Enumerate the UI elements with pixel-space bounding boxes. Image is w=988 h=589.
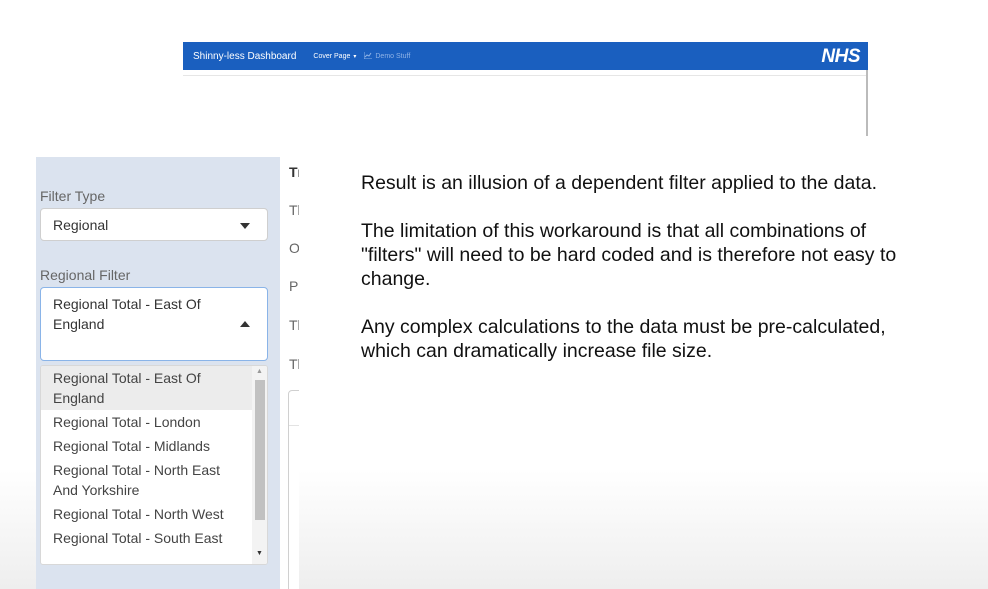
dropdown-option-text: Regional Total - London	[53, 414, 201, 430]
explanation-paragraph-3: Any complex calculations to the data mus…	[361, 316, 886, 362]
dropdown-option-text: Regional Total - Midlands	[53, 438, 210, 454]
filter-type-label: Filter Type	[40, 188, 106, 204]
regional-filter-select[interactable]: Regional Total - East Of England	[40, 287, 268, 361]
dropdown-option-text: Regional Total - North East	[53, 462, 221, 478]
filter-type-select[interactable]: Regional	[40, 208, 268, 241]
fragment-text: Tl	[289, 356, 299, 372]
dropdown-option-text: And Yorkshire	[53, 482, 140, 498]
dropdown-option-text: Regional Total - East Of	[53, 370, 201, 386]
fragment-text: Tl	[289, 317, 299, 333]
regional-filter-value-line2: England	[53, 316, 105, 332]
chart-line-icon	[363, 51, 373, 61]
explanation-paragraph-2: The limitation of this workaround is tha…	[361, 220, 897, 290]
demo-stuff-label: Demo Stuff	[375, 52, 411, 60]
cover-page-menu[interactable]: Cover Page ▾	[313, 53, 356, 60]
card-divider	[289, 425, 299, 426]
fragment-text: Tı	[289, 164, 299, 180]
sidebar: Filter Type Regional Regional Filter Reg…	[36, 157, 280, 589]
demo-stuff-menu[interactable]: Demo Stuff	[363, 51, 411, 61]
regional-filter-value-line1: Regional Total - East Of	[53, 296, 201, 312]
dropdown-option-text: England	[53, 390, 105, 406]
fragment-text: O	[289, 240, 299, 256]
cover-page-label: Cover Page	[313, 52, 351, 60]
dashboard-panel	[183, 70, 868, 136]
top-navbar: Shinny-less Dashboard Cover Page ▾ Demo …	[183, 42, 868, 70]
brand-link[interactable]: Shinny-less Dashboard	[193, 51, 296, 62]
dropdown-option[interactable]: Regional Total - East Of England	[41, 366, 255, 410]
dropdown-option-text: Regional Total - South East	[53, 530, 223, 546]
chevron-up-icon	[240, 321, 250, 327]
dropdown-option[interactable]: Regional Total - South East	[41, 526, 255, 550]
chevron-down-icon	[240, 223, 250, 229]
dropdown-option[interactable]: Regional Total - London	[41, 410, 255, 434]
dropdown-option-text: Regional Total - North West	[53, 506, 224, 522]
filter-type-value: Regional	[53, 217, 109, 233]
fragment-text: Tl	[289, 202, 299, 218]
regional-filter-label: Regional Filter	[40, 267, 131, 283]
partial-content-column: Tı Tl O P Tl Tl	[280, 157, 299, 589]
explanation-text: Result is an illusion of a dependent fil…	[361, 171, 901, 387]
dropdown-option[interactable]: Regional Total - North West	[41, 502, 255, 526]
nhs-logo: NHS	[821, 46, 860, 67]
dropdown-option[interactable]: Regional Total - North East And Yorkshire	[41, 458, 255, 502]
caret-down-icon: ▾	[353, 53, 357, 60]
panel-divider	[183, 75, 866, 76]
explanation-paragraph-1: Result is an illusion of a dependent fil…	[361, 172, 878, 194]
regional-filter-dropdown: Regional Total - East Of England Regional …	[40, 365, 268, 565]
regional-filter-value: Regional Total - East Of England	[53, 294, 201, 334]
scroll-up-icon[interactable]: ▲	[256, 368, 263, 375]
fragment-text: P	[289, 278, 299, 294]
scrollbar-thumb[interactable]	[255, 380, 265, 520]
dropdown-options: Regional Total - East Of England Regional …	[41, 366, 267, 550]
scroll-down-icon[interactable]: ▼	[256, 550, 263, 557]
partial-card	[288, 390, 299, 589]
dropdown-option[interactable]: Regional Total - Midlands	[41, 434, 255, 458]
dropdown-scrollbar[interactable]: ▲ ▼	[252, 366, 267, 564]
